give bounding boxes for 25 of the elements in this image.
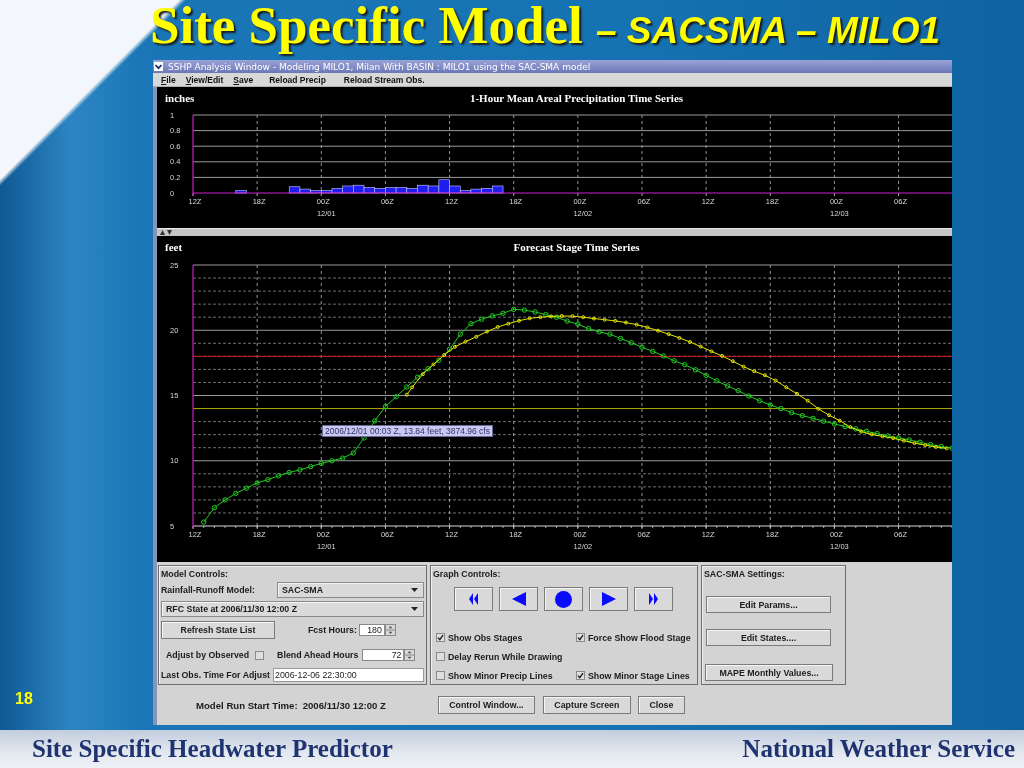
checkbox-label: Force Show Flood Stage — [588, 632, 691, 643]
chart-title: Forecast Stage Time Series — [513, 241, 640, 253]
footer-text: Site Specific Headwater Predictor — [32, 735, 393, 763]
checkbox-label: Delay Rerun While Drawing — [448, 651, 563, 662]
axis-title: inches — [165, 92, 195, 104]
field-label: Fcst Hours: — [308, 625, 357, 635]
window-title: SSHP Analysis Window - Modeling MILO1, Milan With BASIN : MILO1 using the SAC-SMA model — [168, 60, 591, 73]
field-label: Rainfall-Runoff Model: — [161, 585, 256, 595]
tooltip: 2006/12/01 00:03 Z, 13.84 feet, 3874.96 cfs — [322, 425, 493, 437]
axis-title: feet — [165, 241, 183, 253]
chart-title: 1-Hour Mean Areal Precipitation Time Series — [469, 92, 684, 104]
checkbox-label: Adjust by Observed — [166, 650, 250, 660]
slide-title: Site Specific Model – SACSMA – MILO1 — [150, 0, 941, 56]
slide-number: 18 — [15, 690, 34, 708]
field-label: Model Run Start Time: — [196, 699, 298, 711]
footer-text: National Weather Service — [742, 735, 1015, 763]
checkbox-label: Show Minor Precip Lines — [448, 670, 553, 681]
field-label: Blend Ahead Hours — [277, 650, 359, 660]
field-value: 2006/11/30 12:00 Z — [302, 699, 386, 711]
checkbox-label: Show Obs Stages — [448, 632, 523, 643]
checkbox-label: Show Minor Stage Lines — [588, 670, 690, 681]
group-title: SAC-SMA Settings: — [704, 569, 786, 579]
group-title: Graph Controls: — [433, 569, 502, 579]
field-label: Last Obs. Time For Adjust — [161, 670, 270, 680]
group-title: Model Controls: — [161, 569, 229, 579]
